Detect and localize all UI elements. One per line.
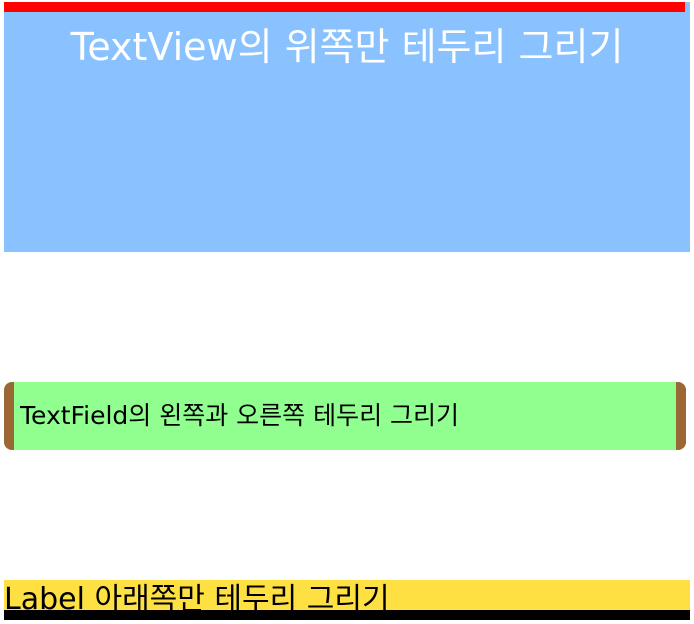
top-bordered-textview[interactable]: TextView의 위쪽만 테두리 그리기 bbox=[4, 2, 690, 252]
textfield-left-border bbox=[4, 382, 14, 450]
label-bottom-border bbox=[4, 610, 690, 620]
textview-top-border bbox=[4, 2, 685, 12]
textfield-input[interactable] bbox=[20, 382, 660, 450]
textview-text: TextView의 위쪽만 테두리 그리기 bbox=[70, 25, 624, 69]
bottom-bordered-label: Label 아래쪽만 테두리 그리기 bbox=[4, 580, 690, 620]
app-screen: TextView의 위쪽만 테두리 그리기 Label 아래쪽만 테두리 그리기 bbox=[0, 0, 694, 624]
side-bordered-textfield[interactable] bbox=[4, 382, 686, 450]
textfield-right-border bbox=[676, 382, 686, 450]
